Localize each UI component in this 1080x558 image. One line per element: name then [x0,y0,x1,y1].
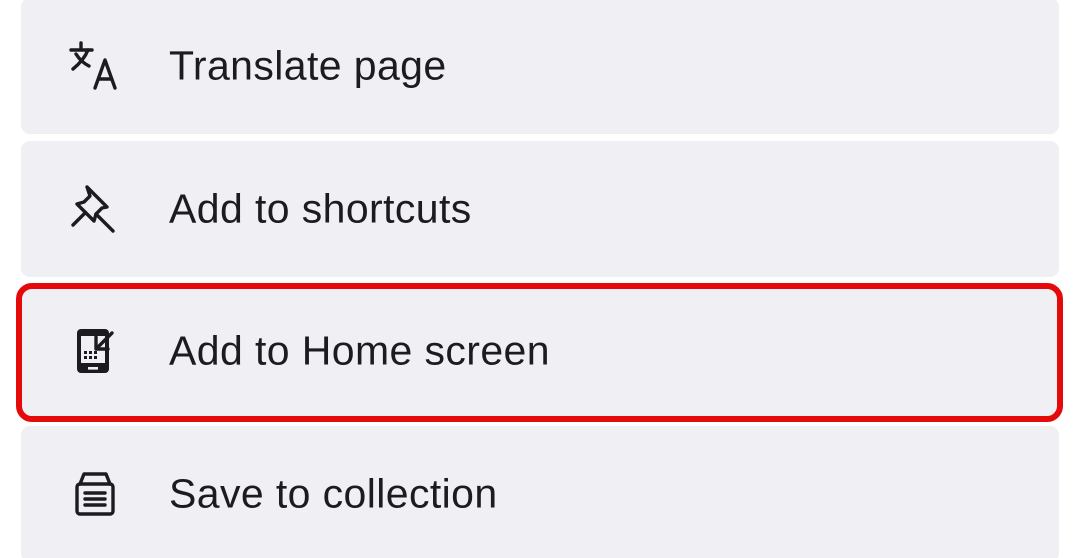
menu-item-save-to-collection[interactable]: Save to collection [21,426,1059,558]
menu-item-add-to-home-screen[interactable]: Add to Home screen [21,283,1059,419]
menu-item-translate-page[interactable]: Translate page [21,0,1059,134]
menu-item-label: Add to shortcuts [169,185,472,232]
collection-icon [67,466,123,522]
menu-item-label: Add to Home screen [169,327,550,374]
pin-icon [67,181,123,237]
overflow-menu: Translate page Add to shortcuts Add to H… [0,0,1080,558]
add-to-home-screen-icon [67,323,123,379]
menu-item-add-to-shortcuts[interactable]: Add to shortcuts [21,141,1059,277]
translate-icon [67,38,123,94]
menu-item-label: Translate page [169,42,447,89]
menu-item-label: Save to collection [169,470,498,517]
